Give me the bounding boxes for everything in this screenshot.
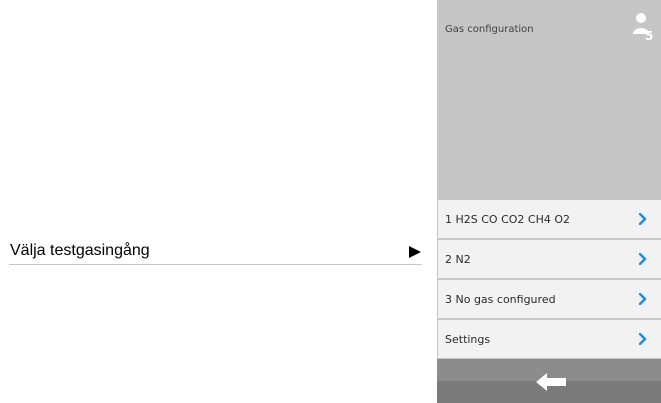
- chevron-right-icon: [639, 213, 647, 225]
- menu-item-settings[interactable]: Settings: [438, 320, 661, 358]
- user-level-label: 5: [645, 29, 653, 42]
- chevron-right-icon: [639, 333, 647, 345]
- chevron-right-icon: [639, 253, 647, 265]
- menu-item-gas-1[interactable]: 1 H2S CO CO2 CH4 O2: [438, 200, 661, 238]
- page-title: Gas configuration: [445, 24, 534, 35]
- menu-item-gas-3[interactable]: 3 No gas configured: [438, 280, 661, 318]
- annotation-callout: Välja testgasingång: [9, 240, 422, 265]
- back-arrow-icon[interactable]: [534, 371, 568, 393]
- menu-item-label: 2 N2: [445, 253, 471, 266]
- bottom-bar: [437, 359, 661, 403]
- menu-item-label: 3 No gas configured: [445, 293, 556, 306]
- chevron-right-icon: [639, 293, 647, 305]
- device-screen: Gas configuration 5 1 H2S CO CO2 CH4 O2 …: [437, 0, 661, 403]
- annotation-label: Välja testgasingång: [10, 242, 150, 259]
- menu-item-label: Settings: [445, 333, 491, 346]
- user-icon: 5: [633, 13, 653, 42]
- menu-item-label: 1 H2S CO CO2 CH4 O2: [445, 213, 571, 226]
- menu-item-gas-2[interactable]: 2 N2: [438, 240, 661, 278]
- right-triangle-icon: [409, 246, 421, 258]
- menu-list: 1 H2S CO CO2 CH4 O2 2 N2 3 No gas config…: [438, 200, 661, 360]
